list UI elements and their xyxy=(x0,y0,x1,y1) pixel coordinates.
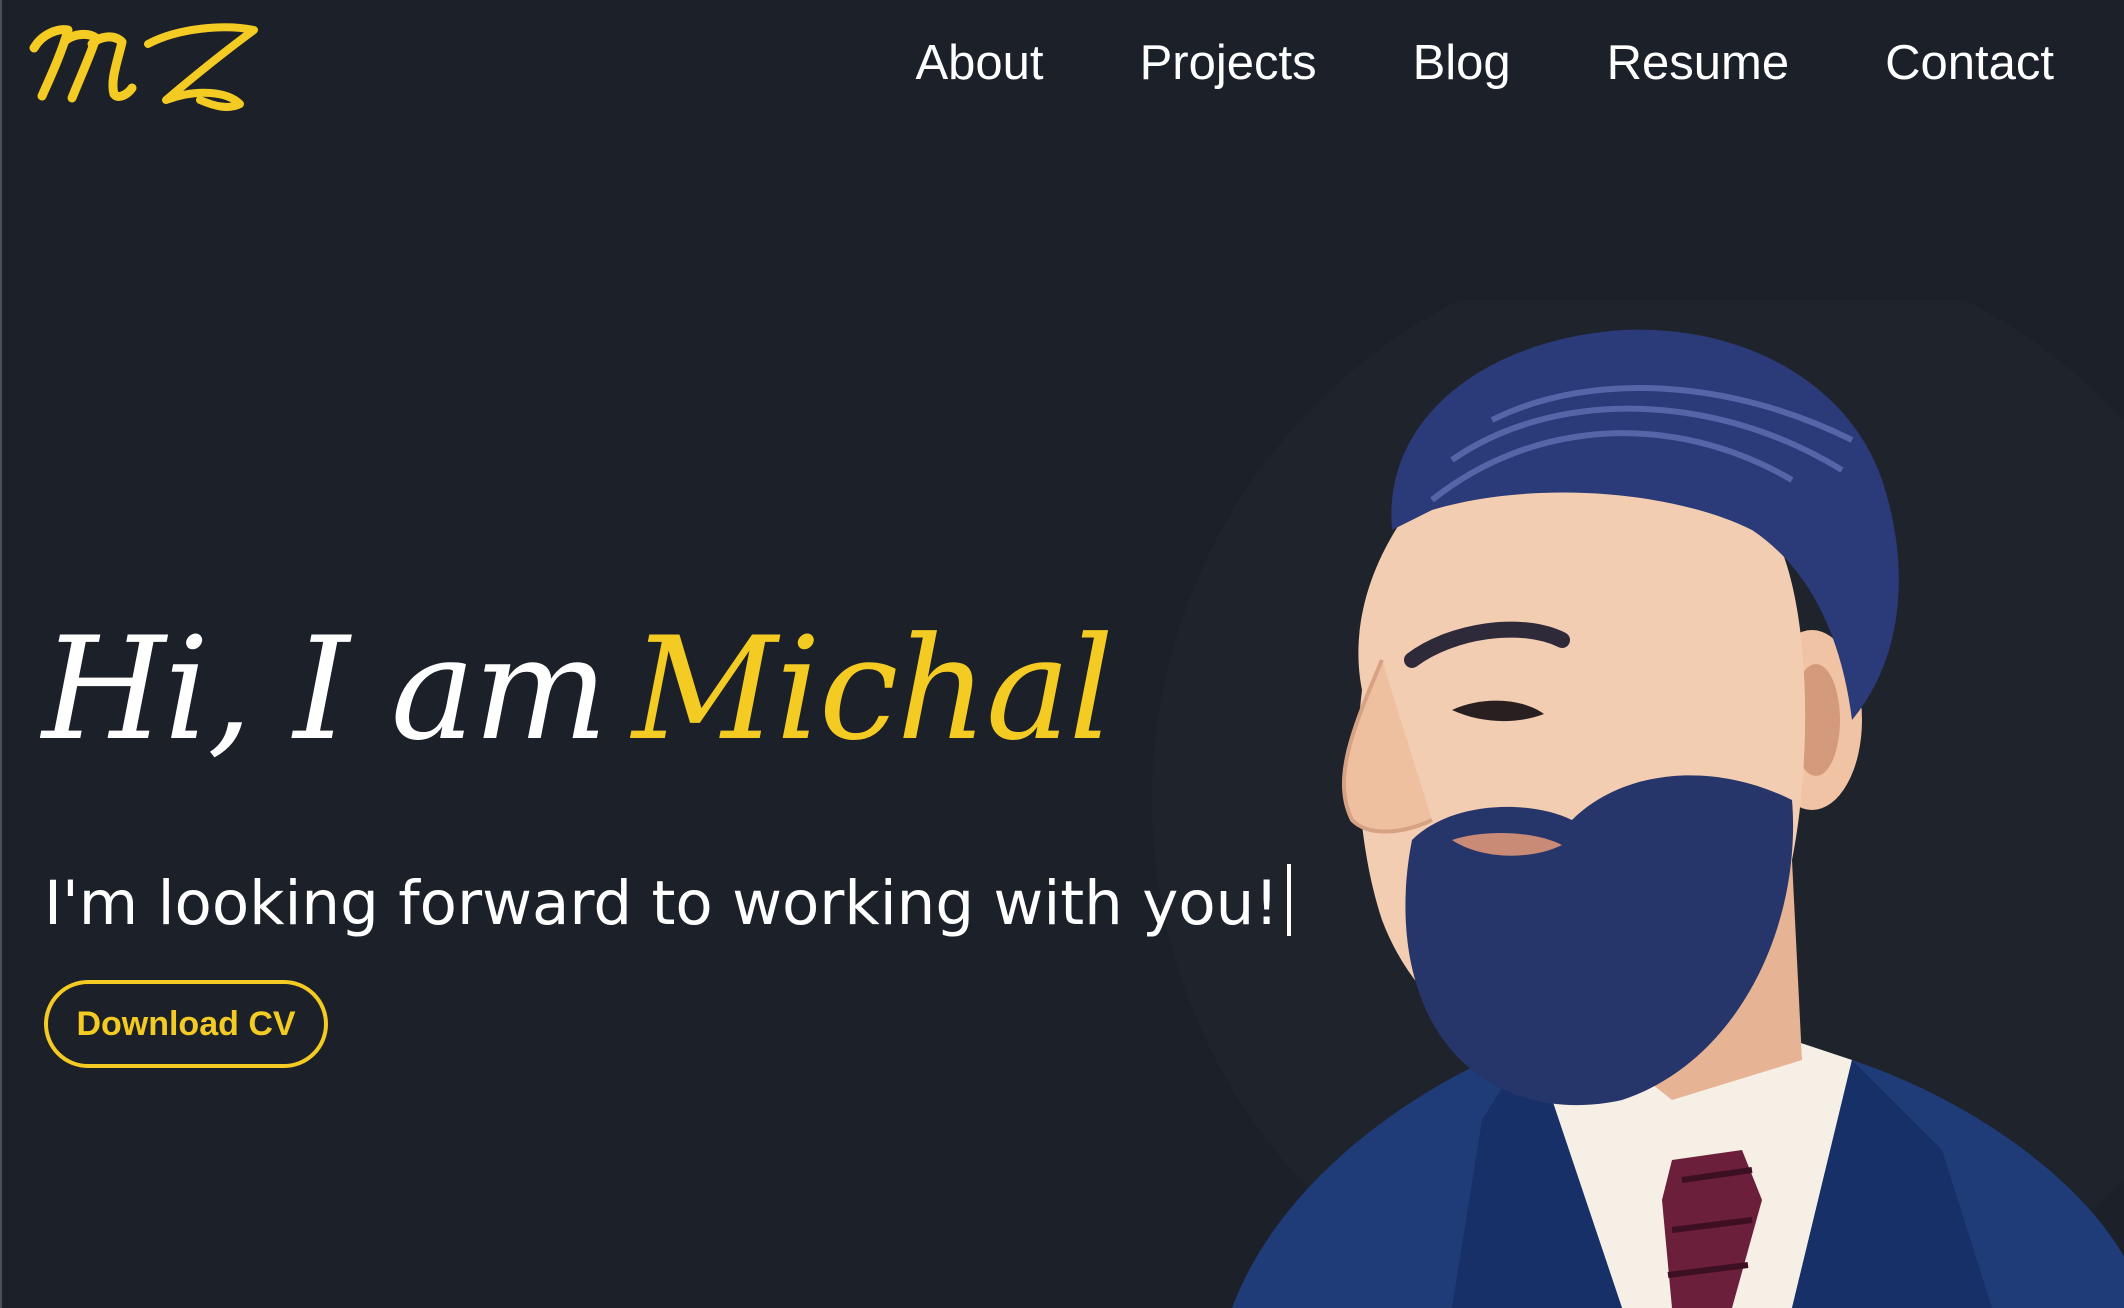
mz-logo[interactable]: MZ xyxy=(28,8,260,118)
download-cv-button[interactable]: Download CV xyxy=(44,980,328,1068)
nav-about-link[interactable]: About xyxy=(868,32,1092,94)
nav-projects-link[interactable]: Projects xyxy=(1092,32,1365,94)
nav-resume-link[interactable]: Resume xyxy=(1559,32,1837,94)
hero-tagline: I'm looking forward to working with you! xyxy=(44,862,1291,946)
typing-caret xyxy=(1286,864,1291,936)
main-nav: About Projects Blog Resume Contact xyxy=(868,32,2055,94)
nav-contact-link[interactable]: Contact xyxy=(1837,32,2054,94)
hero-heading: Hi, I am Michal xyxy=(42,600,1114,780)
hero-name: Michal xyxy=(632,607,1114,772)
portrait-image xyxy=(1152,300,2124,1308)
greeting-text: Hi, I am xyxy=(42,607,608,772)
nav-blog-link[interactable]: Blog xyxy=(1365,32,1559,94)
tagline-text: I'm looking forward to working with you! xyxy=(44,868,1279,939)
